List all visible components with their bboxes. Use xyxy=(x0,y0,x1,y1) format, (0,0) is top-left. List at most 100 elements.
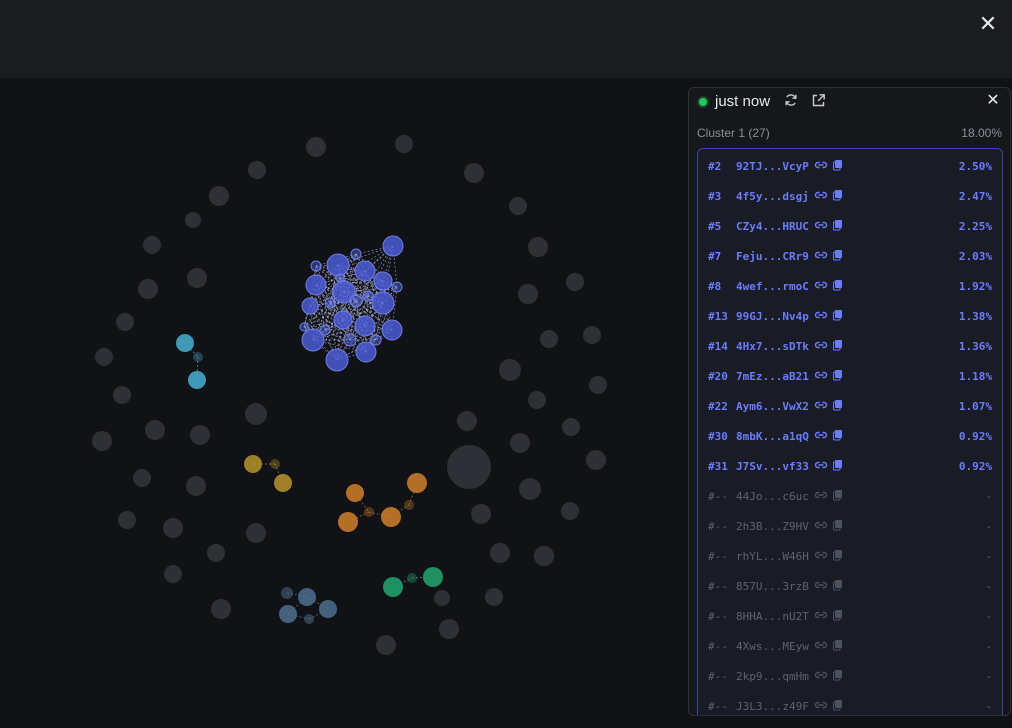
holder-node[interactable] xyxy=(540,330,558,348)
cluster-node[interactable] xyxy=(304,614,314,624)
cluster-node[interactable] xyxy=(188,371,206,389)
copy-icon[interactable] xyxy=(832,309,844,321)
cluster-node[interactable] xyxy=(305,274,327,296)
link-icon[interactable] xyxy=(814,699,828,711)
cluster-node[interactable] xyxy=(391,281,403,293)
holder-row[interactable]: #8 4wef...rmoC 1.92% xyxy=(698,271,1002,301)
cluster-node[interactable] xyxy=(354,260,376,282)
copy-icon[interactable] xyxy=(832,369,844,381)
copy-icon[interactable] xyxy=(832,669,844,681)
link-icon[interactable] xyxy=(814,459,828,471)
cluster-node[interactable] xyxy=(423,567,443,587)
holder-node[interactable] xyxy=(534,546,554,566)
holder-node[interactable] xyxy=(434,590,450,606)
holder-row[interactable]: #14 4Hx7...sDTk 1.36% xyxy=(698,331,1002,361)
holder-row[interactable]: #22 Aym6...VwX2 1.07% xyxy=(698,391,1002,421)
holder-row[interactable]: #7 Feju...CRr9 2.03% xyxy=(698,241,1002,271)
holder-row[interactable]: #13 99GJ...Nv4p 1.38% xyxy=(698,301,1002,331)
cluster-node[interactable] xyxy=(349,294,363,308)
holder-row[interactable]: #5 CZy4...HRUC 2.25% xyxy=(698,211,1002,241)
holder-row[interactable]: #-- 44Jo...c6uc - xyxy=(698,481,1002,511)
holder-node[interactable] xyxy=(509,197,527,215)
copy-icon[interactable] xyxy=(832,219,844,231)
holder-node[interactable] xyxy=(561,502,579,520)
holder-row[interactable]: #20 7mEz...aB21 1.18% xyxy=(698,361,1002,391)
copy-icon[interactable] xyxy=(832,159,844,171)
holder-node[interactable] xyxy=(187,268,207,288)
close-icon[interactable]: ✕ xyxy=(976,12,1000,36)
cluster-node[interactable] xyxy=(274,474,292,492)
cluster-node[interactable] xyxy=(301,297,319,315)
holder-list[interactable]: #2 92TJ...VcyP 2.50% #3 4f5y...dsgj 2.47% #5 CZ… xyxy=(697,148,1003,715)
cluster-node[interactable] xyxy=(319,324,331,336)
link-icon[interactable] xyxy=(814,309,828,321)
holder-row[interactable]: #2 92TJ...VcyP 2.50% xyxy=(698,151,1002,181)
cluster-node[interactable] xyxy=(407,473,427,493)
holder-row[interactable]: #-- J3L3...z49F - xyxy=(698,691,1002,715)
cluster-node[interactable] xyxy=(362,290,374,302)
link-icon[interactable] xyxy=(814,639,828,651)
holder-node[interactable] xyxy=(519,478,541,500)
holder-node[interactable] xyxy=(490,543,510,563)
holder-node[interactable] xyxy=(246,523,266,543)
holder-node[interactable] xyxy=(589,376,607,394)
cluster-node[interactable] xyxy=(310,260,322,272)
cluster-node[interactable] xyxy=(354,315,376,337)
holder-node[interactable] xyxy=(190,425,210,445)
holder-node[interactable] xyxy=(447,445,491,489)
copy-icon[interactable] xyxy=(832,429,844,441)
cluster-node[interactable] xyxy=(343,333,357,347)
holder-node[interactable] xyxy=(376,635,396,655)
holder-node[interactable] xyxy=(566,273,584,291)
holder-node[interactable] xyxy=(185,212,201,228)
link-icon[interactable] xyxy=(814,279,828,291)
holder-node[interactable] xyxy=(395,135,413,153)
cluster-node[interactable] xyxy=(346,484,364,502)
link-icon[interactable] xyxy=(814,159,828,171)
link-icon[interactable] xyxy=(814,549,828,561)
holder-row[interactable]: #31 J7Sv...vf33 0.92% xyxy=(698,451,1002,481)
holder-row[interactable]: #-- 8HHA...nU2T - xyxy=(698,601,1002,631)
refresh-icon[interactable] xyxy=(782,93,800,111)
link-icon[interactable] xyxy=(814,339,828,351)
holder-node[interactable] xyxy=(118,511,136,529)
holder-node[interactable] xyxy=(485,588,503,606)
holder-node[interactable] xyxy=(471,504,491,524)
cluster-node[interactable] xyxy=(324,297,336,309)
holder-row[interactable]: #-- 857U...3rzB - xyxy=(698,571,1002,601)
cluster-node[interactable] xyxy=(244,455,262,473)
cluster-node[interactable] xyxy=(176,334,194,352)
holder-node[interactable] xyxy=(95,348,113,366)
copy-icon[interactable] xyxy=(832,549,844,561)
cluster-node[interactable] xyxy=(383,577,403,597)
cluster-node[interactable] xyxy=(350,248,362,260)
holder-node[interactable] xyxy=(164,565,182,583)
cluster-node[interactable] xyxy=(281,587,293,599)
link-icon[interactable] xyxy=(814,219,828,231)
holder-node[interactable] xyxy=(586,450,606,470)
copy-icon[interactable] xyxy=(832,399,844,411)
cluster-node[interactable] xyxy=(299,322,309,332)
cluster-node[interactable] xyxy=(364,507,374,517)
holder-node[interactable] xyxy=(583,326,601,344)
cluster-node[interactable] xyxy=(319,600,337,618)
holder-node[interactable] xyxy=(143,236,161,254)
holder-node[interactable] xyxy=(528,391,546,409)
holder-node[interactable] xyxy=(457,411,477,431)
holder-node[interactable] xyxy=(145,420,165,440)
cluster-node[interactable] xyxy=(382,235,404,257)
holder-node[interactable] xyxy=(562,418,580,436)
holder-node[interactable] xyxy=(113,386,131,404)
cluster-node[interactable] xyxy=(404,500,414,510)
cluster-node[interactable] xyxy=(333,310,353,330)
holder-row[interactable]: #-- 2h3B...Z9HV - xyxy=(698,511,1002,541)
copy-icon[interactable] xyxy=(832,579,844,591)
external-link-icon[interactable] xyxy=(809,93,827,111)
holder-node[interactable] xyxy=(245,403,267,425)
holder-node[interactable] xyxy=(209,186,229,206)
link-icon[interactable] xyxy=(814,249,828,261)
cluster-node[interactable] xyxy=(338,512,358,532)
holder-node[interactable] xyxy=(306,137,326,157)
copy-icon[interactable] xyxy=(832,639,844,651)
cluster-node[interactable] xyxy=(325,348,349,372)
